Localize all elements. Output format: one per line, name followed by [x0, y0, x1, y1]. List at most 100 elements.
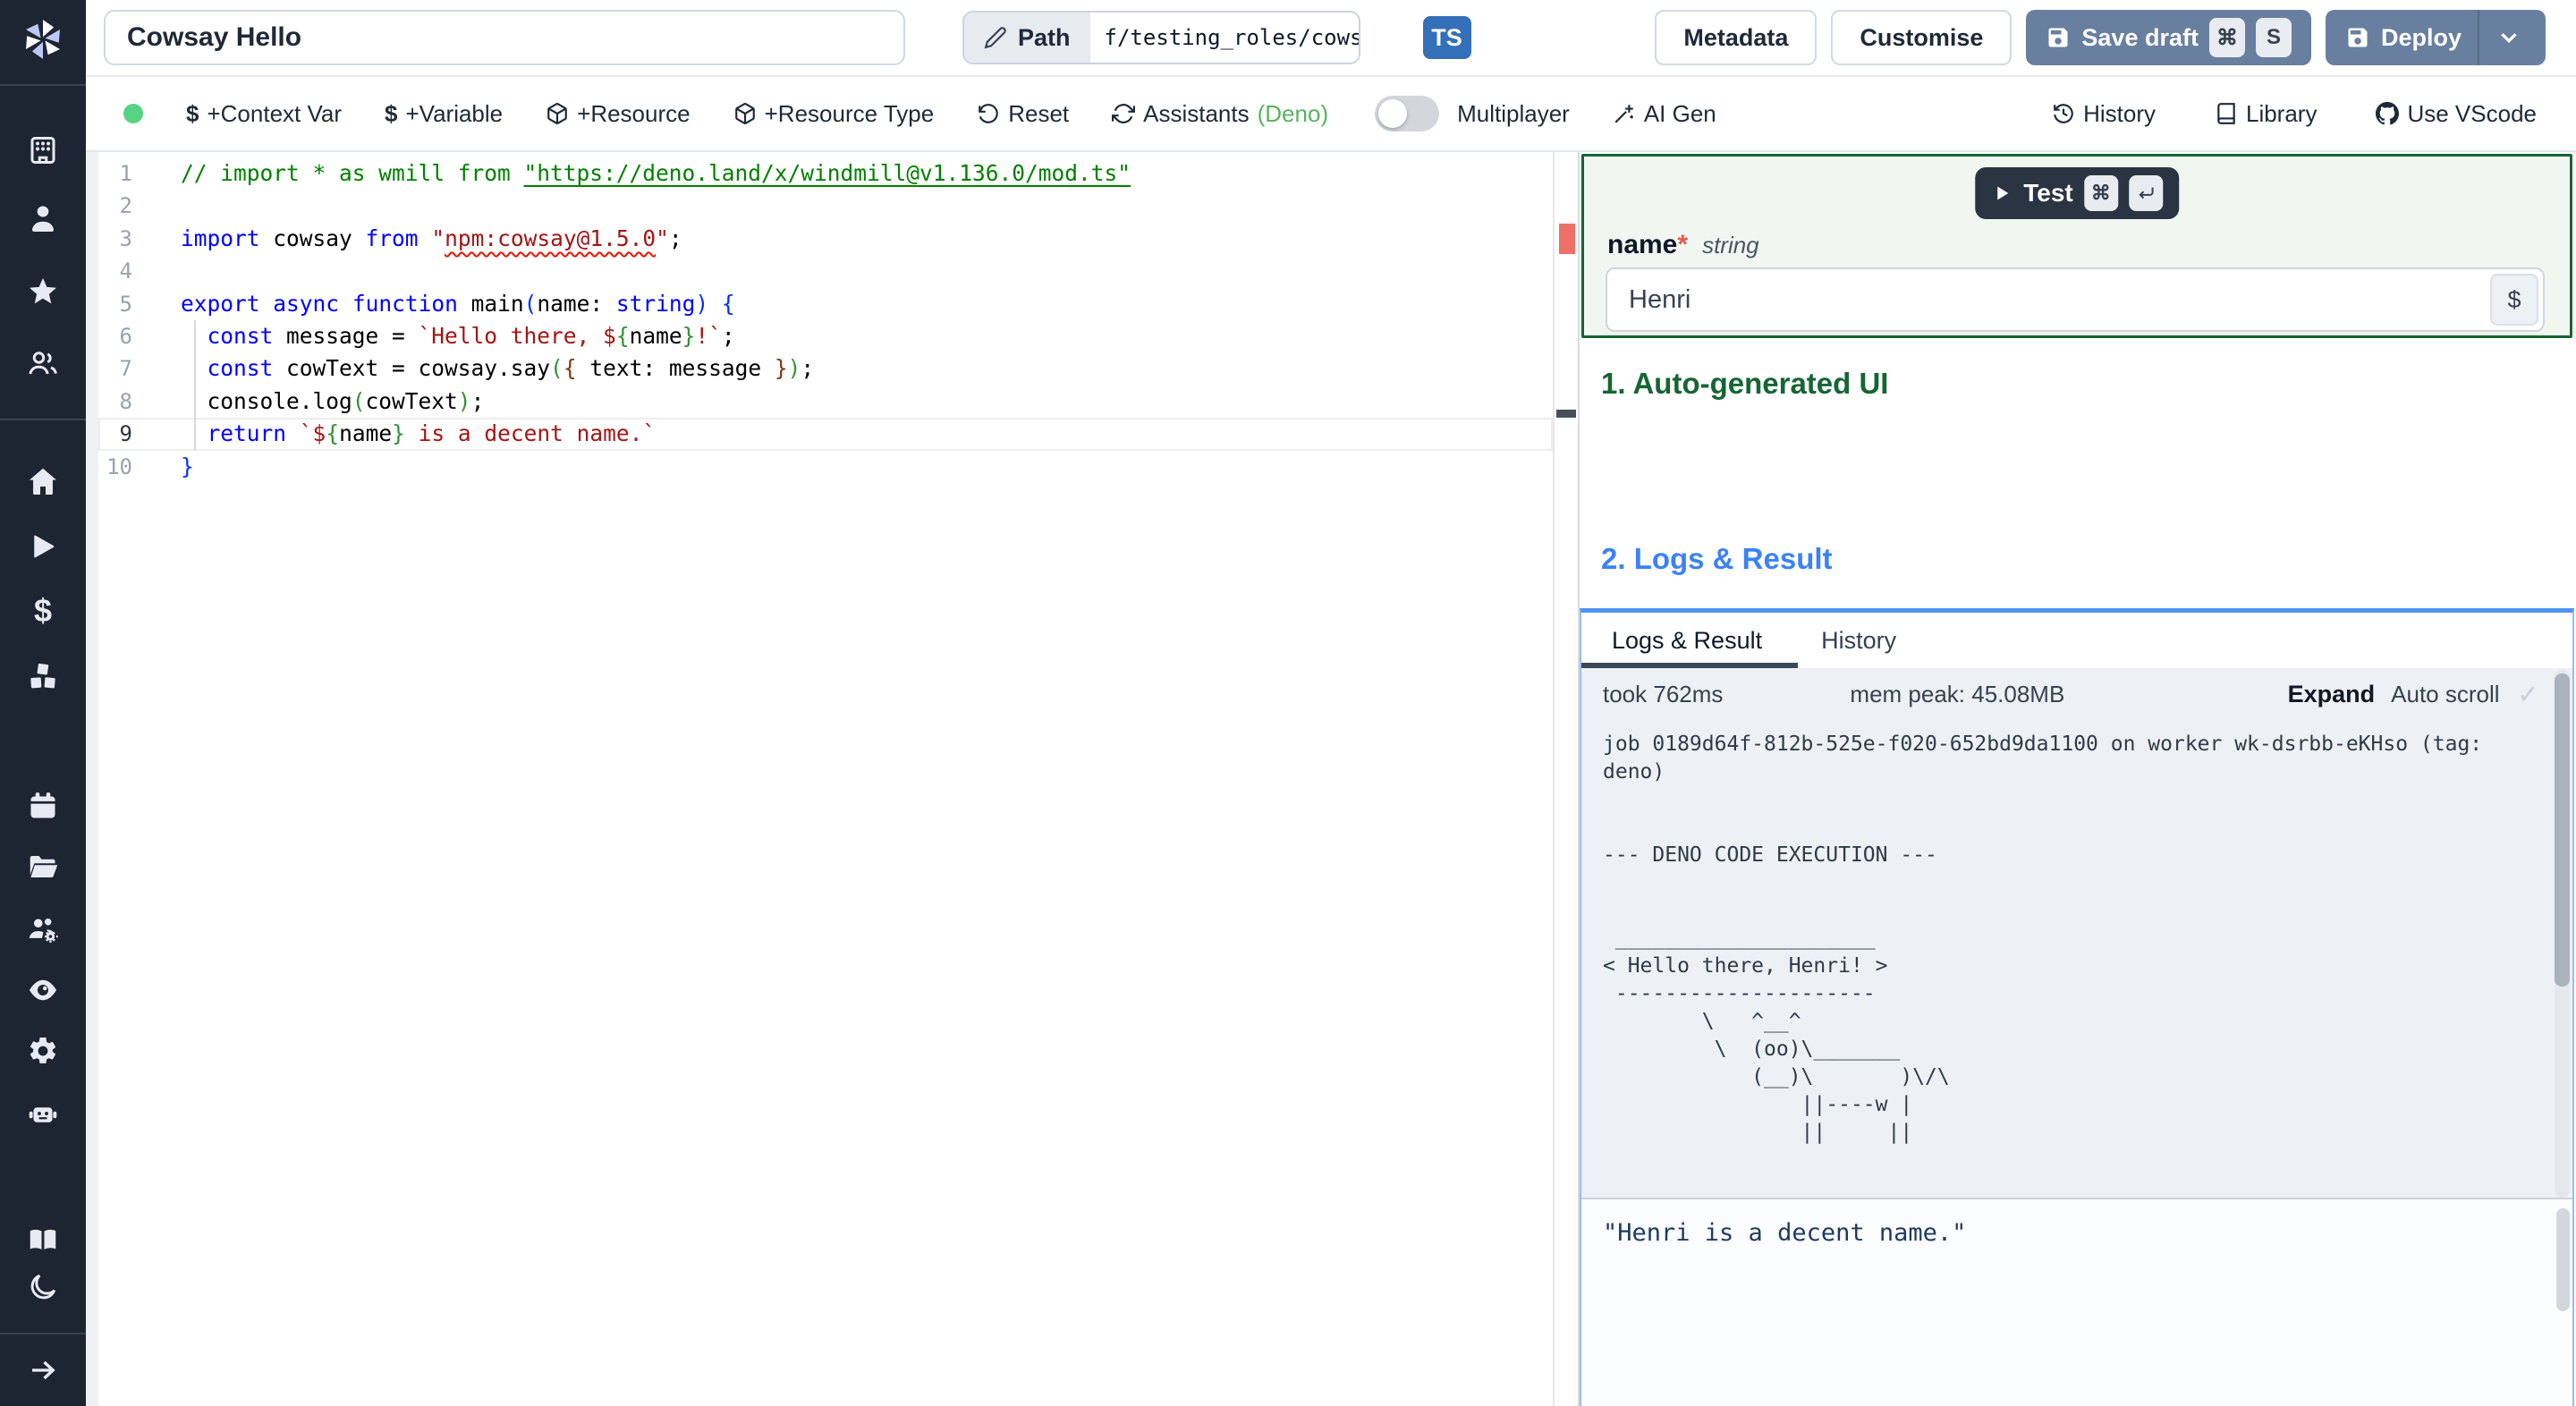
topbar-actions: Metadata Customise Save draft ⌘ S Deploy	[1655, 10, 2546, 65]
sidebar-item-audit-logs[interactable]	[0, 965, 86, 1015]
code-line[interactable]: 7 const cowText = cowsay.say({ text: mes…	[98, 352, 1553, 385]
multiplayer-label[interactable]: Multiplayer	[1457, 100, 1570, 128]
line-number: 5	[119, 291, 132, 317]
add-resource-type-label: +Resource Type	[764, 99, 935, 127]
tab-logs-result[interactable]: Logs & Result	[1580, 613, 1799, 668]
sidebar-item-folders[interactable]	[0, 842, 86, 892]
test-button[interactable]: Test ⌘	[1975, 167, 2179, 219]
log-output: job 0189d64f-812b-525e-f020-652bd9da1100…	[1603, 733, 2483, 1144]
line-number: 2	[119, 193, 132, 219]
path-button[interactable]: Path f/testing_roles/cowsa	[962, 11, 1360, 64]
sidebar-item-schedules[interactable]	[0, 781, 86, 831]
autoscroll-toggle[interactable]: Auto scroll	[2391, 681, 2499, 708]
windmill-logo-icon	[26, 20, 60, 59]
undo-icon	[979, 104, 998, 123]
line-number: 6	[119, 323, 132, 349]
result-output: "Henri is a decent name."	[1581, 1198, 2572, 1406]
wand-icon	[1614, 105, 1633, 123]
code-line[interactable]: 6 const message = `Hello there, ${name}!…	[98, 320, 1553, 352]
reset-button[interactable]: Reset	[977, 100, 1069, 128]
moon-icon	[30, 1274, 56, 1300]
assistants-button[interactable]: Assistants (Deno)	[1112, 100, 1328, 128]
path-edit[interactable]: Path	[964, 13, 1090, 63]
run-duration: took 762ms	[1603, 680, 1724, 707]
code-line[interactable]: 8 console.log(cowText);	[98, 385, 1553, 418]
user-icon	[31, 206, 55, 232]
sidebar-item-resources[interactable]	[0, 651, 86, 701]
multiplayer-toggle[interactable]	[1375, 96, 1440, 131]
sidebar-item-dark-mode[interactable]	[0, 1262, 86, 1312]
sidebar-item-home[interactable]	[0, 456, 86, 506]
code-line[interactable]: 5 export async function main(name: string…	[98, 288, 1553, 320]
users-gear-icon	[29, 919, 58, 943]
arg-name: name	[1607, 230, 1678, 259]
cmd-keycap: ⌘	[2208, 18, 2245, 57]
logs-tabs: Logs & Result History	[1580, 613, 2572, 668]
var-picker-button[interactable]: $	[2490, 274, 2538, 326]
save-icon	[2348, 28, 2368, 47]
sidebar-item-members[interactable]	[0, 338, 86, 388]
sidebar-item-groups[interactable]	[0, 904, 86, 954]
arg-name-input[interactable]	[1606, 267, 2545, 332]
pencil-icon	[984, 27, 1006, 49]
assistants-label: Assistants	[1143, 99, 1250, 127]
use-vscode-button[interactable]: Use VScode	[2376, 100, 2537, 128]
overview-ruler[interactable]	[1553, 152, 1578, 1406]
history-button[interactable]: History	[2052, 100, 2156, 128]
code-line[interactable]: 1// import * as wmill from "https://deno…	[98, 157, 1553, 190]
line-number: 9	[119, 421, 132, 447]
arg-type: string	[1702, 232, 1759, 258]
code-line[interactable]: 10}	[98, 451, 1553, 483]
sidebar-item-docs[interactable]	[0, 1215, 86, 1265]
sidebar-item-runs[interactable]	[0, 521, 86, 572]
play-icon	[1997, 186, 2009, 200]
library-label: Library	[2245, 99, 2318, 127]
sidebar-item-settings[interactable]	[0, 1026, 86, 1076]
add-variable-button[interactable]: $ +Variable	[385, 100, 503, 128]
deploy-button[interactable]: Deploy	[2325, 10, 2546, 65]
editor-toolbar: $ +Context Var $ +Variable +Resource +Re…	[86, 77, 2576, 152]
code-line[interactable]: 4	[98, 255, 1553, 287]
result-scrollbar-thumb[interactable]	[2556, 1208, 2570, 1311]
path-value[interactable]: f/testing_roles/cowsa	[1089, 13, 1359, 63]
topbar: Path f/testing_roles/cowsa TS Metadata C…	[86, 0, 2576, 77]
test-label: Test	[2023, 179, 2073, 207]
deploy-dropdown[interactable]	[2492, 24, 2526, 51]
sidebar-collapse-toggle[interactable]	[0, 1345, 86, 1395]
reset-label: Reset	[1008, 99, 1070, 127]
code-editor[interactable]: 1// import * as wmill from "https://deno…	[86, 152, 1578, 1406]
s-keycap: S	[2255, 18, 2292, 57]
sidebar-item-user[interactable]	[0, 193, 86, 243]
library-button[interactable]: Library	[2215, 100, 2317, 128]
line-number: 3	[119, 225, 132, 251]
windmill-logo[interactable]	[0, 7, 86, 72]
expand-button[interactable]: Expand	[2288, 681, 2376, 708]
code-line[interactable]: 2	[98, 190, 1553, 222]
sidebar-item-workspace[interactable]	[0, 125, 86, 175]
code-lines: 1// import * as wmill from "https://deno…	[98, 157, 1553, 483]
add-resource-button[interactable]: +Resource	[546, 100, 691, 128]
code-line[interactable]: 9 return `${name} is a decent name.`	[98, 418, 1553, 450]
metadata-button[interactable]: Metadata	[1655, 10, 1818, 65]
tab-history[interactable]: History	[1821, 613, 1896, 668]
add-resource-type-button[interactable]: +Resource Type	[733, 99, 935, 128]
run-panel: Test ⌘ name * string $	[1578, 152, 2576, 1406]
arg-input-wrap: $	[1606, 267, 2545, 332]
script-title-input[interactable]	[104, 10, 905, 65]
save-draft-label: Save draft	[2081, 23, 2199, 51]
line-number: 7	[119, 356, 132, 382]
ai-gen-button[interactable]: AI Gen	[1613, 100, 1716, 128]
home-icon	[30, 468, 56, 495]
customise-button[interactable]: Customise	[1831, 10, 2012, 65]
check-icon[interactable]: ✓	[2518, 680, 2538, 709]
cubes-icon	[29, 662, 57, 690]
arrow-right-icon	[32, 1360, 55, 1380]
save-draft-button[interactable]: Save draft ⌘ S	[2026, 10, 2311, 65]
code-line[interactable]: 3 import cowsay from "npm:cowsay@1.5.0";	[98, 223, 1553, 255]
sidebar-item-workers[interactable]	[0, 1088, 86, 1139]
log-scrollbar-thumb[interactable]	[2555, 673, 2570, 987]
sidebar-divider	[0, 1333, 86, 1334]
add-context-var-button[interactable]: $ +Context Var	[186, 100, 342, 128]
sidebar-item-favorites[interactable]	[0, 267, 86, 317]
sidebar-item-variables[interactable]: $	[0, 586, 86, 636]
